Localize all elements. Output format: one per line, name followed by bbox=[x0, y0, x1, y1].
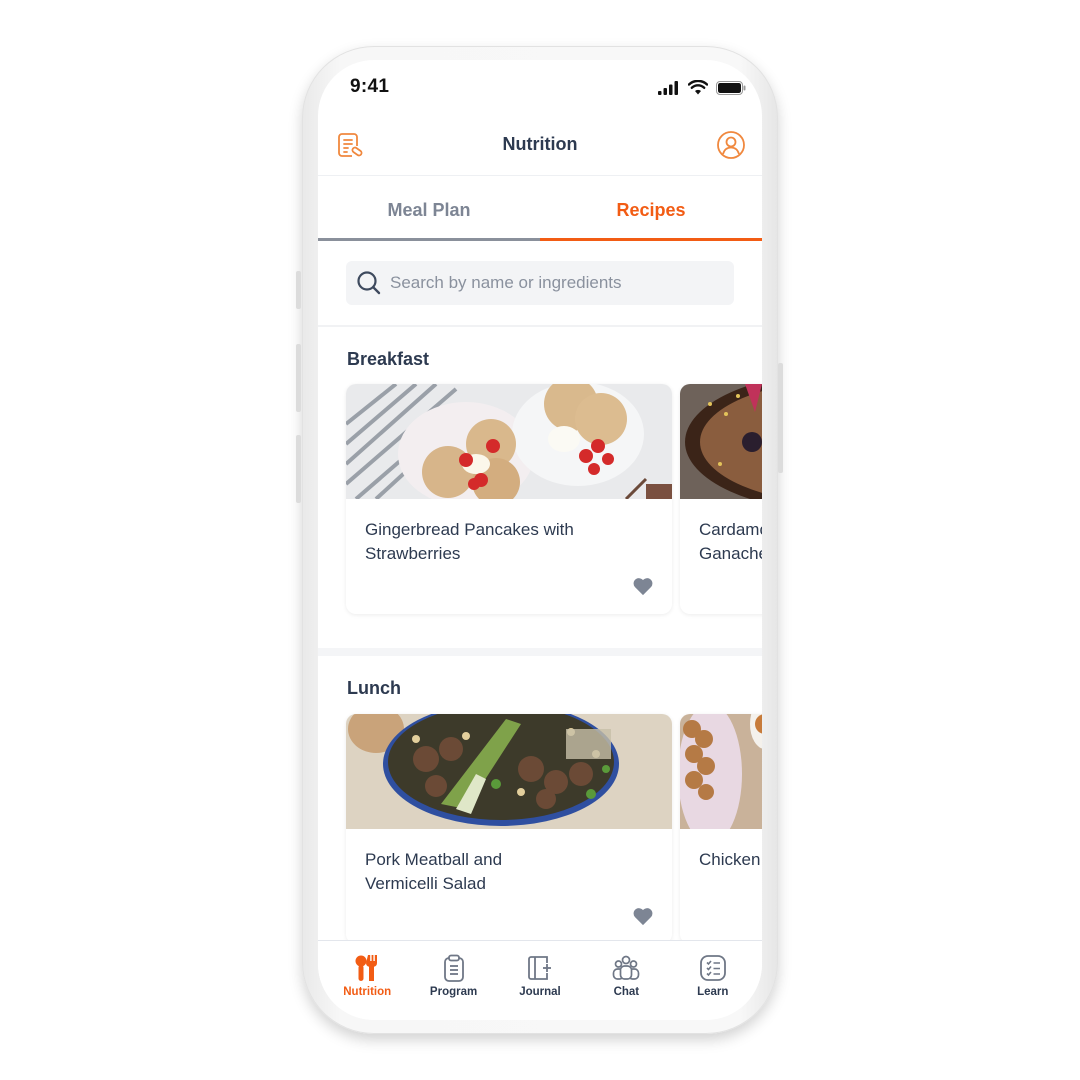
volume-up-button bbox=[296, 344, 301, 412]
battery-icon bbox=[716, 80, 746, 95]
recipe-name: Chicken bbox=[699, 850, 761, 869]
heart-icon[interactable] bbox=[632, 906, 654, 926]
recipe-image-ganache bbox=[680, 384, 762, 499]
section-lunch: Lunch Pork Meatball and Vermicelli Salad… bbox=[318, 656, 762, 946]
tab-recipes[interactable]: Recipes bbox=[540, 177, 762, 241]
section-title: Breakfast bbox=[347, 349, 430, 369]
utensils-icon bbox=[355, 955, 378, 981]
section-divider bbox=[318, 648, 762, 656]
recipe-image-chicken bbox=[680, 714, 762, 829]
status-bar: 9:41 bbox=[318, 60, 762, 116]
nav-label: Journal bbox=[519, 986, 561, 998]
tab-meal-plan[interactable]: Meal Plan bbox=[318, 177, 540, 241]
search-bar bbox=[346, 261, 734, 305]
checklist-icon bbox=[699, 955, 726, 981]
recipe-name: Pork Meatball and Vermicelli Salad bbox=[365, 850, 503, 893]
nav-label: Chat bbox=[613, 986, 640, 998]
heart-icon[interactable] bbox=[632, 576, 654, 596]
signal-icon bbox=[658, 80, 678, 95]
recipe-card[interactable]: Pork Meatball and Vermicelli Salad bbox=[346, 714, 672, 944]
recipe-name: Gingerbread Pancakes with Strawberries bbox=[365, 520, 574, 563]
nav-chat[interactable]: Chat bbox=[586, 953, 666, 1020]
recipe-image-meatball-salad bbox=[346, 714, 672, 829]
nav-label: Program bbox=[429, 986, 478, 998]
nav-label: Nutrition bbox=[343, 986, 392, 998]
power-button bbox=[778, 363, 783, 473]
nav-nutrition[interactable]: Nutrition bbox=[327, 953, 407, 1020]
tab-bar: Meal Plan Recipes bbox=[318, 177, 762, 241]
profile-icon[interactable] bbox=[716, 130, 746, 160]
status-time: 9:41 bbox=[350, 76, 390, 97]
page-title: Nutrition bbox=[502, 134, 578, 154]
nav-program[interactable]: Program bbox=[414, 953, 494, 1020]
mute-switch bbox=[296, 271, 301, 309]
app-header: Nutrition bbox=[318, 118, 762, 176]
journal-add-icon bbox=[528, 956, 551, 980]
bottom-navigation: Nutrition Program Journal Chat Learn bbox=[318, 940, 762, 1020]
nav-learn[interactable]: Learn bbox=[673, 953, 753, 1020]
search-icon bbox=[357, 271, 381, 295]
nav-journal[interactable]: Journal bbox=[500, 953, 580, 1020]
volume-down-button bbox=[296, 435, 301, 503]
section-title: Lunch bbox=[347, 678, 401, 698]
recipe-name: Cardamom Ganache bbox=[699, 520, 762, 563]
wifi-icon bbox=[688, 80, 708, 95]
nav-label: Learn bbox=[697, 986, 729, 998]
recipe-card[interactable]: Cardamom Ganache bbox=[680, 384, 762, 614]
clipboard-icon bbox=[443, 954, 464, 982]
app-screen: 9:41 Nutrition Meal Plan Recipes Search … bbox=[318, 60, 762, 1020]
section-breakfast: Breakfast Gingerbread Pancakes with Stra… bbox=[318, 327, 762, 647]
recipe-card[interactable]: Gingerbread Pancakes with Strawberries bbox=[346, 384, 672, 614]
search-input[interactable] bbox=[390, 273, 720, 293]
recipe-card[interactable]: Chicken bbox=[680, 714, 762, 944]
group-icon bbox=[613, 955, 640, 980]
recipe-image-pancakes bbox=[346, 384, 672, 499]
